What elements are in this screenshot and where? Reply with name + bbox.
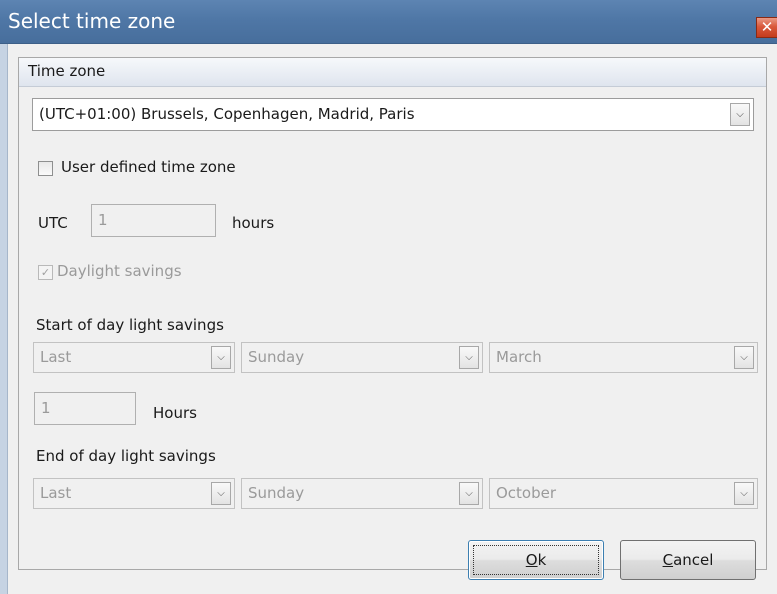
chevron-down-icon[interactable]: ⌵ bbox=[734, 482, 754, 505]
start-month-value: March bbox=[496, 348, 542, 366]
cancel-button[interactable]: Cancel bbox=[620, 540, 756, 580]
start-day-dropdown[interactable]: Sunday ⌵ bbox=[241, 342, 483, 373]
time-zone-group: Time zone (UTC+01:00) Brussels, Copenhag… bbox=[18, 57, 767, 570]
start-hours-label: Hours bbox=[153, 404, 197, 422]
chevron-down-icon[interactable]: ⌵ bbox=[459, 482, 479, 505]
end-month-dropdown[interactable]: October ⌵ bbox=[489, 478, 758, 509]
end-dst-title: End of day light savings bbox=[36, 447, 216, 465]
cancel-mnemonic: C bbox=[662, 551, 674, 569]
daylight-savings-label[interactable]: Daylight savings bbox=[57, 262, 182, 280]
end-day-value: Sunday bbox=[248, 484, 305, 502]
start-dst-title: Start of day light savings bbox=[36, 316, 224, 334]
select-time-zone-dialog: Select time zone ✕ Time zone (UTC+01:00)… bbox=[0, 0, 777, 594]
window-frame-left bbox=[0, 44, 8, 594]
start-hours-value: 1 bbox=[41, 399, 51, 417]
start-month-dropdown[interactable]: March ⌵ bbox=[489, 342, 758, 373]
dialog-content: Time zone (UTC+01:00) Brussels, Copenhag… bbox=[8, 44, 777, 594]
end-week-dropdown[interactable]: Last ⌵ bbox=[33, 478, 235, 509]
window-title: Select time zone bbox=[8, 9, 176, 33]
time-zone-group-header: Time zone bbox=[19, 58, 766, 87]
cancel-label-rest: ancel bbox=[673, 551, 714, 569]
start-week-dropdown[interactable]: Last ⌵ bbox=[33, 342, 235, 373]
user-defined-label[interactable]: User defined time zone bbox=[61, 158, 236, 176]
start-day-value: Sunday bbox=[248, 348, 305, 366]
end-day-dropdown[interactable]: Sunday ⌵ bbox=[241, 478, 483, 509]
time-zone-dropdown[interactable]: (UTC+01:00) Brussels, Copenhagen, Madrid… bbox=[32, 98, 754, 131]
chevron-down-icon[interactable]: ⌵ bbox=[211, 482, 231, 505]
utc-label: UTC bbox=[38, 214, 68, 232]
daylight-savings-checkbox[interactable]: ✓ bbox=[38, 265, 53, 280]
chevron-down-icon[interactable]: ⌵ bbox=[730, 103, 750, 126]
start-hours-input[interactable]: 1 bbox=[34, 392, 136, 425]
checkmark-icon: ✓ bbox=[40, 266, 51, 279]
end-week-value: Last bbox=[40, 484, 72, 502]
close-icon: ✕ bbox=[760, 18, 774, 36]
title-bar[interactable]: Select time zone ✕ bbox=[0, 0, 777, 44]
close-button[interactable]: ✕ bbox=[756, 17, 777, 38]
end-month-value: October bbox=[496, 484, 557, 502]
ok-button[interactable]: Ok bbox=[468, 540, 604, 580]
chevron-down-icon[interactable]: ⌵ bbox=[211, 346, 231, 369]
focus-rectangle bbox=[473, 545, 599, 575]
utc-offset-value: 1 bbox=[98, 211, 108, 229]
start-week-value: Last bbox=[40, 348, 72, 366]
time-zone-selected-value: (UTC+01:00) Brussels, Copenhagen, Madrid… bbox=[39, 105, 415, 123]
user-defined-checkbox[interactable] bbox=[38, 161, 53, 176]
utc-offset-input[interactable]: 1 bbox=[91, 204, 216, 237]
group-header-label: Time zone bbox=[28, 62, 106, 80]
utc-hours-label: hours bbox=[232, 214, 275, 232]
chevron-down-icon[interactable]: ⌵ bbox=[459, 346, 479, 369]
chevron-down-icon[interactable]: ⌵ bbox=[734, 346, 754, 369]
